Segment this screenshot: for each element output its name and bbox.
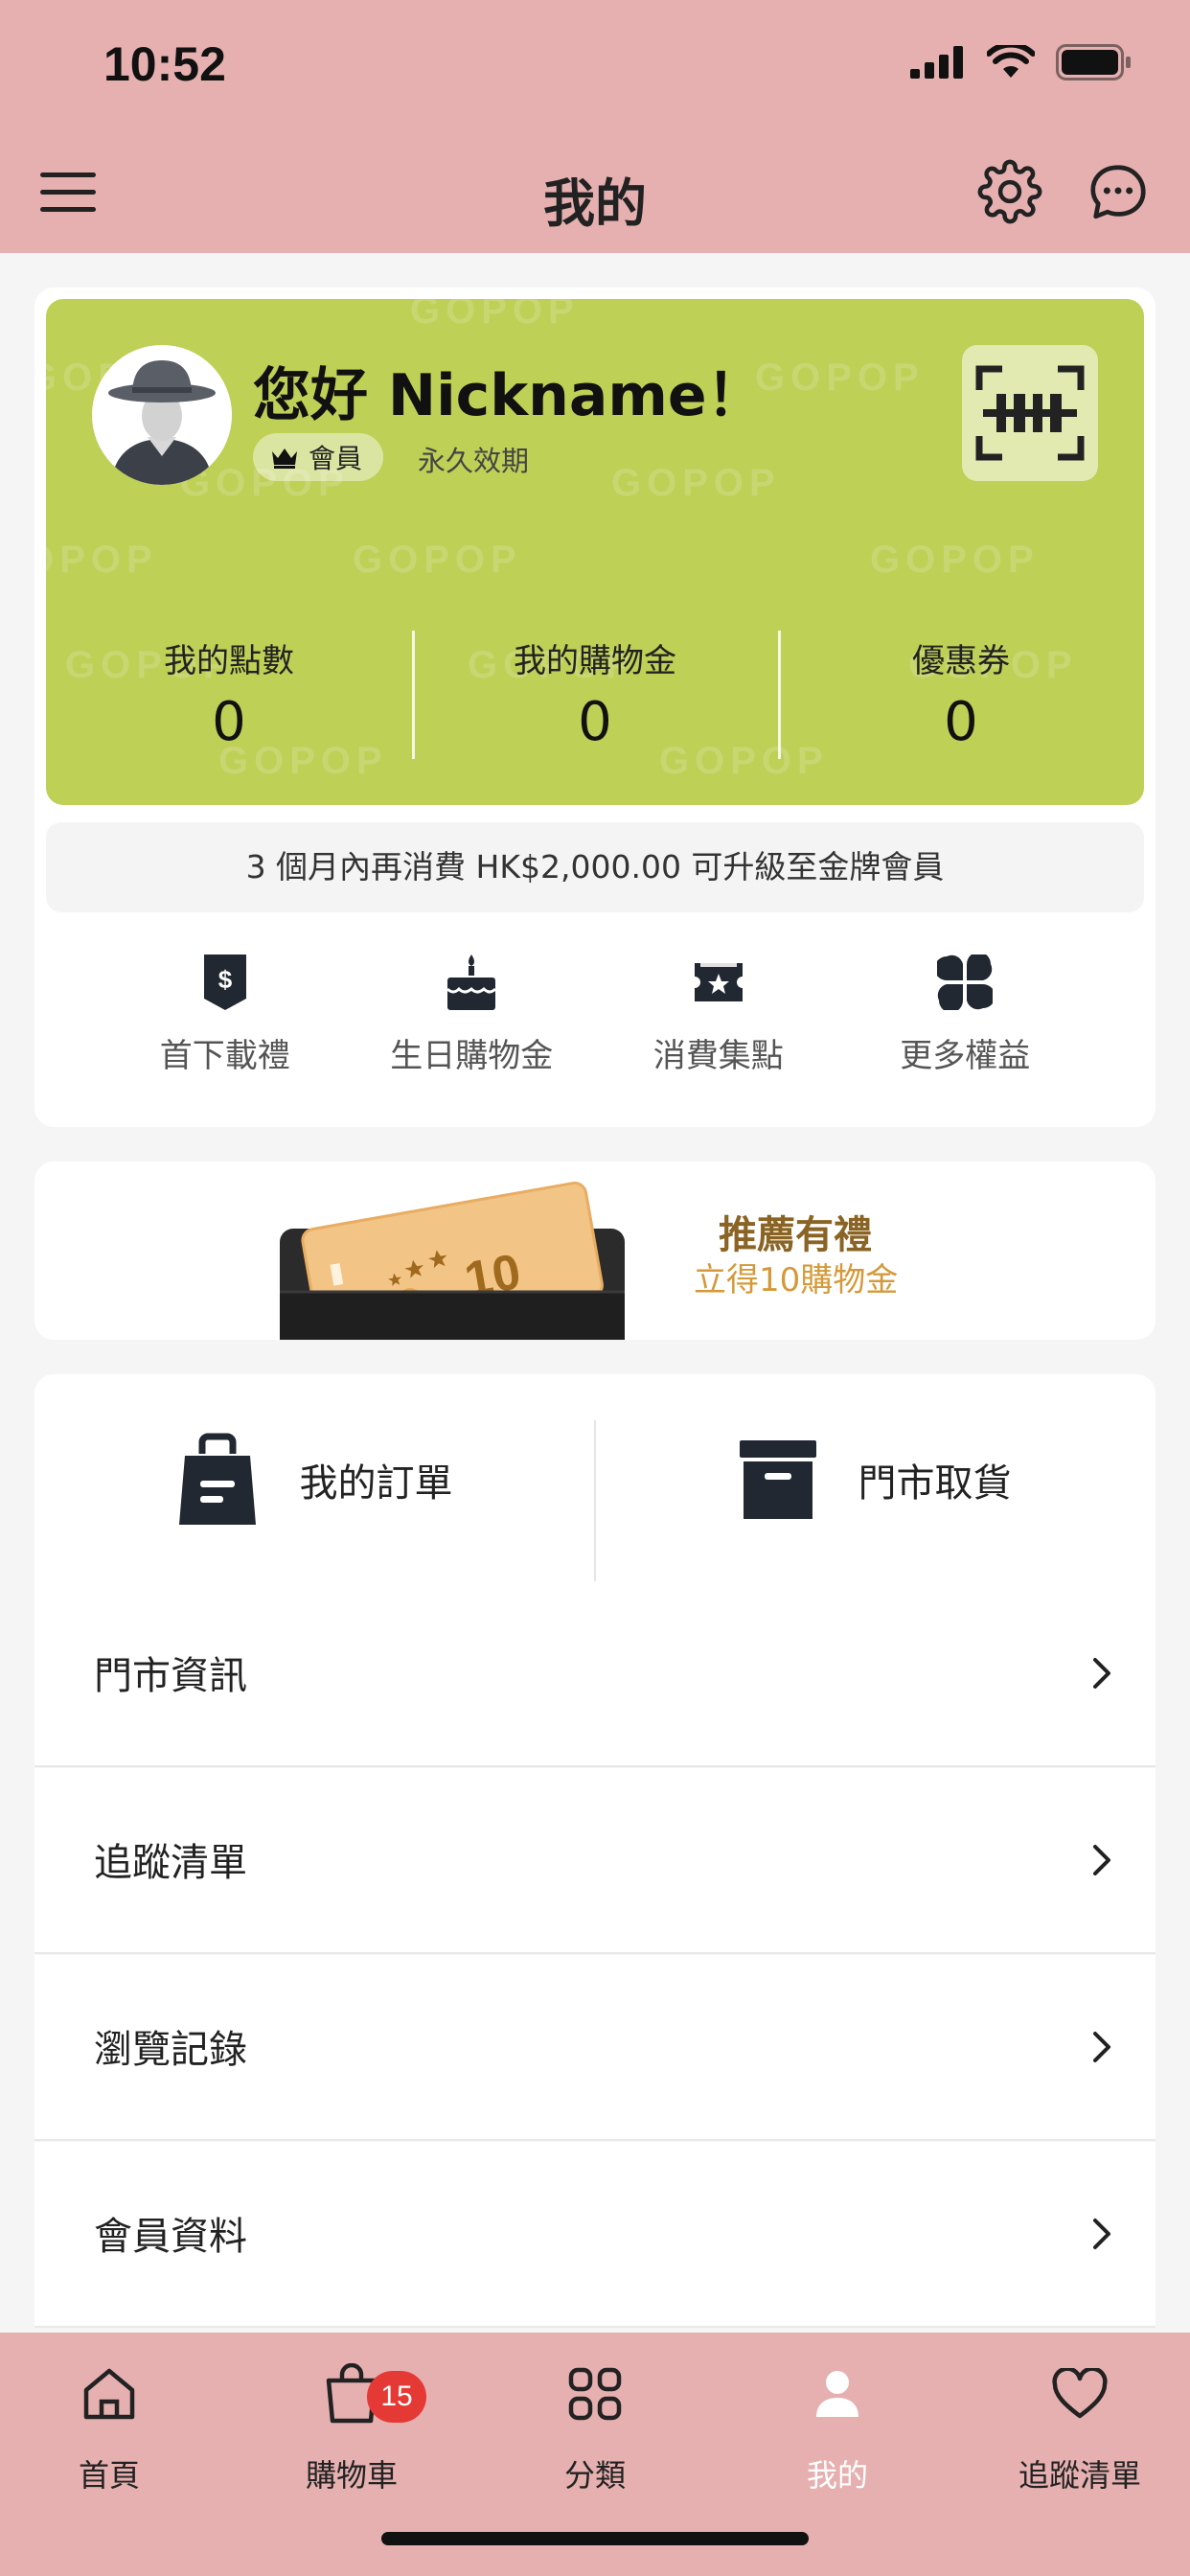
benefit-more[interactable]: 更多權益 bbox=[842, 949, 1089, 1076]
petals-icon bbox=[937, 954, 994, 1010]
benefit-download-gift[interactable]: $ 首下載禮 bbox=[102, 949, 349, 1076]
messages-button[interactable] bbox=[1085, 159, 1152, 230]
watermark: GOPOP bbox=[353, 539, 522, 581]
barcode-scan-icon bbox=[975, 365, 1085, 461]
tab-label: 我的 bbox=[806, 2457, 868, 2494]
stat-label: 優惠券 bbox=[912, 642, 1010, 680]
avatar[interactable] bbox=[92, 345, 232, 485]
watermark: GOPOP bbox=[46, 539, 158, 581]
stat-points[interactable]: 我的點數 0 bbox=[46, 634, 412, 753]
stat-coupons[interactable]: 優惠券 0 bbox=[778, 631, 1144, 759]
watermark: GOPOP bbox=[611, 462, 781, 504]
watermark: GOPOP bbox=[870, 539, 1040, 581]
list-item-label: 瀏覽記錄 bbox=[94, 2028, 247, 2072]
store-pickup-label: 門市取貨 bbox=[858, 1461, 1012, 1506]
nav-bar: 我的 bbox=[0, 134, 1190, 253]
tab-cart[interactable]: 15 購物車 bbox=[256, 2350, 447, 2496]
category-icon bbox=[568, 2367, 622, 2421]
tab-profile[interactable]: 我的 bbox=[742, 2350, 933, 2496]
chevron-right-icon bbox=[1093, 1845, 1110, 1875]
dollar-shield-icon: $ bbox=[203, 954, 246, 1010]
list-item-label: 會員資料 bbox=[94, 2215, 247, 2259]
list-item-browse-history[interactable]: 瀏覽記錄 bbox=[34, 1955, 1156, 2141]
list-item-member-profile[interactable]: 會員資料 bbox=[34, 2142, 1156, 2328]
referral-banner[interactable]: 10 $ 推薦有禮 立得10購物金 bbox=[34, 1162, 1156, 1340]
upgrade-notice: 3 個月內再消費 HK$2,000.00 可升級至金牌會員 bbox=[46, 822, 1144, 912]
ticket-wallet-icon: 10 $ bbox=[280, 1182, 625, 1340]
status-bar: 10:52 bbox=[0, 0, 1190, 134]
tab-bar: 首頁 15 購物車 分類 我的 追蹤清單 bbox=[0, 2333, 1190, 2576]
benefit-birthday-credit[interactable]: 生日購物金 bbox=[349, 949, 596, 1076]
referral-subtitle: 立得10購物金 bbox=[694, 1261, 899, 1300]
referral-title: 推薦有禮 bbox=[719, 1213, 872, 1257]
watermark: GOPOP bbox=[755, 356, 925, 399]
wifi-icon bbox=[987, 45, 1035, 78]
member-card[interactable]: GOPOP GOPOP GOPOP GOPOP GOPOP GOPOP GOPO… bbox=[46, 299, 1144, 805]
greeting: 您好 Nickname！ bbox=[253, 362, 765, 429]
benefit-label: 更多權益 bbox=[900, 1037, 1031, 1075]
benefit-label: 首下載禮 bbox=[159, 1037, 290, 1075]
chevron-right-icon bbox=[1093, 2219, 1110, 2249]
tab-label: 分類 bbox=[563, 2457, 626, 2494]
chat-bubble-icon bbox=[1090, 165, 1146, 219]
member-section: GOPOP GOPOP GOPOP GOPOP GOPOP GOPOP GOPO… bbox=[34, 288, 1156, 1127]
stat-value: 0 bbox=[578, 691, 612, 753]
tab-label: 首頁 bbox=[78, 2457, 140, 2494]
tab-label: 追蹤清單 bbox=[1018, 2457, 1141, 2494]
ticket-star-icon bbox=[694, 963, 743, 1001]
benefits-row: $ 首下載禮 生日購物金 消費集點 更多權益 bbox=[34, 949, 1156, 1076]
home-indicator bbox=[381, 2532, 809, 2545]
profile-icon bbox=[816, 2371, 858, 2417]
chevron-right-icon bbox=[1093, 1658, 1110, 1689]
my-orders-label: 我的訂單 bbox=[299, 1461, 453, 1506]
validity-text: 永久效期 bbox=[418, 445, 530, 477]
benefit-label: 生日購物金 bbox=[390, 1037, 554, 1075]
tab-wishlist[interactable]: 追蹤清單 bbox=[984, 2350, 1176, 2496]
watermark: GOPOP bbox=[410, 299, 580, 332]
benefit-label: 消費集點 bbox=[652, 1037, 784, 1075]
stat-shopping-credit[interactable]: 我的購物金 0 bbox=[412, 631, 778, 759]
list-item-wishlist[interactable]: 追蹤清單 bbox=[34, 1768, 1156, 1954]
signal-icon bbox=[910, 46, 963, 79]
tier-label: 會員 bbox=[309, 443, 363, 474]
avatar-silhouette-icon bbox=[92, 345, 232, 485]
member-stats: 我的點數 0 我的購物金 0 優惠券 0 bbox=[46, 631, 1144, 759]
tab-home[interactable]: 首頁 bbox=[13, 2350, 205, 2496]
status-time: 10:52 bbox=[103, 37, 226, 91]
stat-label: 我的點數 bbox=[164, 642, 294, 680]
settings-button[interactable] bbox=[977, 159, 1042, 230]
heart-icon bbox=[1052, 2368, 1108, 2419]
status-icons bbox=[910, 44, 1133, 80]
battery-icon bbox=[1056, 44, 1131, 80]
list-item-label: 追蹤清單 bbox=[94, 1841, 247, 1885]
list-item-store-info[interactable]: 門市資訊 bbox=[34, 1581, 1156, 1767]
divider bbox=[594, 1420, 596, 1583]
crown-icon bbox=[272, 448, 297, 469]
member-code-button[interactable] bbox=[962, 345, 1098, 481]
my-orders-button[interactable]: 我的訂單 bbox=[34, 1374, 595, 1585]
stat-label: 我的購物金 bbox=[514, 642, 676, 680]
cake-icon bbox=[446, 954, 497, 1010]
tier-badge: 會員 bbox=[253, 433, 384, 481]
stat-value: 0 bbox=[944, 691, 978, 753]
chevron-right-icon bbox=[1093, 2032, 1110, 2062]
home-icon bbox=[83, 2368, 135, 2420]
list-item-label: 門市資訊 bbox=[94, 1654, 247, 1698]
orders-section: 我的訂單 門市取貨 bbox=[34, 1374, 1156, 1600]
stat-value: 0 bbox=[212, 691, 246, 753]
store-pickup-button[interactable]: 門市取貨 bbox=[595, 1374, 1156, 1585]
benefit-points-collect[interactable]: 消費集點 bbox=[595, 949, 842, 1076]
archive-box-icon bbox=[739, 1440, 816, 1519]
tab-label: 購物車 bbox=[305, 2457, 398, 2494]
shopping-bag-icon bbox=[178, 1433, 256, 1525]
svg-text:$: $ bbox=[218, 965, 233, 994]
tab-categories[interactable]: 分類 bbox=[499, 2350, 691, 2496]
cart-badge: 15 bbox=[367, 2371, 426, 2423]
gear-icon bbox=[977, 159, 1042, 224]
